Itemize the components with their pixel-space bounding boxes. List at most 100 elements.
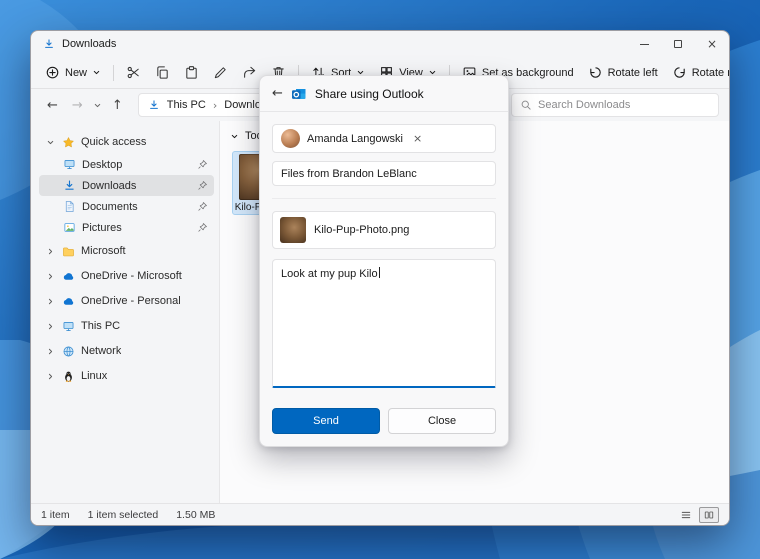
sidebar-item-this-pc[interactable]: This PC [39, 314, 214, 338]
rotate-right-button[interactable]: Rotate right [666, 61, 730, 84]
sidebar-item-onedrive-microsoft[interactable]: OneDrive - Microsoft [39, 264, 214, 288]
pin-icon [197, 222, 208, 233]
pin-icon [197, 201, 208, 212]
message-text: Look at my pup Kilo [281, 268, 378, 280]
message-field[interactable]: Look at my pup Kilo [272, 259, 496, 388]
onedrive-cloud-icon [62, 295, 75, 308]
dialog-header: ← Share using Outlook [260, 76, 508, 111]
chevron-down-icon[interactable] [45, 138, 56, 147]
breadcrumb-separator: › [213, 99, 217, 112]
share-dialog: ← Share using Outlook Amanda Langowski ×… [259, 75, 509, 447]
share-icon [242, 65, 257, 80]
star-icon [62, 136, 75, 149]
sidebar-item-label: This PC [81, 320, 120, 332]
chevron-right-icon[interactable] [45, 297, 56, 306]
close-button[interactable]: × [695, 31, 729, 57]
navigation-pane: Quick access Desktop Downloads Documents [31, 121, 219, 503]
plus-icon [45, 65, 60, 80]
recipient-field[interactable]: Amanda Langowski × [272, 124, 496, 153]
remove-recipient-button[interactable]: × [413, 132, 422, 145]
sidebar-item-documents[interactable]: Documents [39, 196, 214, 217]
sidebar-item-onedrive-personal[interactable]: OneDrive - Personal [39, 289, 214, 313]
rename-icon [213, 65, 228, 80]
pin-icon [197, 180, 208, 191]
large-icons-view-button[interactable] [699, 507, 719, 523]
subject-field[interactable]: Files from Brandon LeBlanc [272, 161, 496, 186]
toolbar-divider [113, 65, 114, 81]
downloads-icon [43, 38, 55, 50]
dialog-buttons: Send Close [272, 388, 496, 434]
dialog-back-button[interactable]: ← [272, 86, 283, 101]
chevron-right-icon[interactable] [45, 247, 56, 256]
sidebar-item-linux[interactable]: Linux [39, 364, 214, 388]
chevron-right-icon[interactable] [45, 322, 56, 331]
selection-status: 1 item selected [88, 509, 159, 521]
sidebar-item-network[interactable]: Network [39, 339, 214, 363]
recent-locations-chevron-icon[interactable] [93, 101, 102, 110]
rotate-right-label: Rotate right [692, 67, 730, 79]
view-toggles [676, 507, 719, 523]
avatar [281, 129, 300, 148]
document-icon [63, 200, 76, 213]
folder-icon [62, 245, 75, 258]
forward-button[interactable]: → [66, 98, 89, 113]
dialog-body: Amanda Langowski × Files from Brandon Le… [260, 112, 508, 446]
minimize-icon [640, 44, 649, 45]
up-button[interactable]: ↑ [106, 98, 129, 113]
rename-button[interactable] [207, 61, 234, 84]
section-divider [272, 198, 496, 199]
downloads-icon [63, 179, 76, 192]
paste-button[interactable] [178, 61, 205, 84]
monitor-icon [62, 320, 75, 333]
sidebar-item-downloads[interactable]: Downloads [39, 175, 214, 196]
chevron-right-icon[interactable] [45, 347, 56, 356]
sidebar-item-pictures[interactable]: Pictures [39, 217, 214, 238]
sidebar-item-label: Pictures [82, 222, 122, 234]
sidebar-item-quick-access[interactable]: Quick access [39, 130, 214, 154]
new-button[interactable]: New [39, 61, 107, 84]
sidebar-item-label: OneDrive - Personal [81, 295, 181, 307]
chevron-down-icon [230, 132, 239, 141]
sidebar-item-label: Quick access [81, 136, 146, 148]
penguin-icon [62, 370, 75, 383]
send-button[interactable]: Send [272, 408, 380, 434]
sidebar-item-label: Linux [81, 370, 107, 382]
copy-button[interactable] [149, 61, 176, 84]
outlook-icon [291, 86, 307, 102]
chevron-right-icon[interactable] [45, 272, 56, 281]
window-title: Downloads [62, 38, 116, 50]
sidebar-item-label: Downloads [82, 180, 136, 192]
chevron-right-icon[interactable] [45, 372, 56, 381]
details-view-button[interactable] [676, 507, 696, 523]
status-bar: 1 item 1 item selected 1.50 MB [31, 503, 729, 525]
search-box[interactable] [511, 93, 719, 117]
back-button[interactable]: ← [41, 98, 64, 113]
desktop: Downloads × New Sort [0, 0, 760, 559]
search-input[interactable] [538, 99, 710, 111]
sidebar-item-desktop[interactable]: Desktop [39, 154, 214, 175]
pictures-icon [63, 221, 76, 234]
sidebar-item-microsoft[interactable]: Microsoft [39, 239, 214, 263]
monitor-icon [63, 158, 76, 171]
explorer-window: Downloads × New Sort [30, 30, 730, 526]
sidebar-item-label: Microsoft [81, 245, 126, 257]
cut-button[interactable] [120, 61, 147, 84]
breadcrumb-this-pc[interactable]: This PC [167, 99, 206, 111]
globe-icon [62, 345, 75, 358]
sidebar-item-label: OneDrive - Microsoft [81, 270, 182, 282]
window-controls: × [627, 31, 729, 57]
paste-icon [184, 65, 199, 80]
recipient-name: Amanda Langowski [307, 133, 403, 145]
dialog-close-button[interactable]: Close [388, 408, 496, 434]
subject-text: Files from Brandon LeBlanc [281, 168, 417, 180]
rotate-right-icon [672, 65, 687, 80]
downloads-icon [148, 99, 160, 111]
minimize-button[interactable] [627, 31, 661, 57]
thumbnails-view-icon [703, 509, 715, 521]
attachment-card[interactable]: Kilo-Pup-Photo.png [272, 211, 496, 249]
rotate-left-button[interactable]: Rotate left [582, 61, 664, 84]
text-caret [379, 267, 380, 278]
scissors-icon [126, 65, 141, 80]
maximize-button[interactable] [661, 31, 695, 57]
selection-size: 1.50 MB [176, 509, 215, 521]
